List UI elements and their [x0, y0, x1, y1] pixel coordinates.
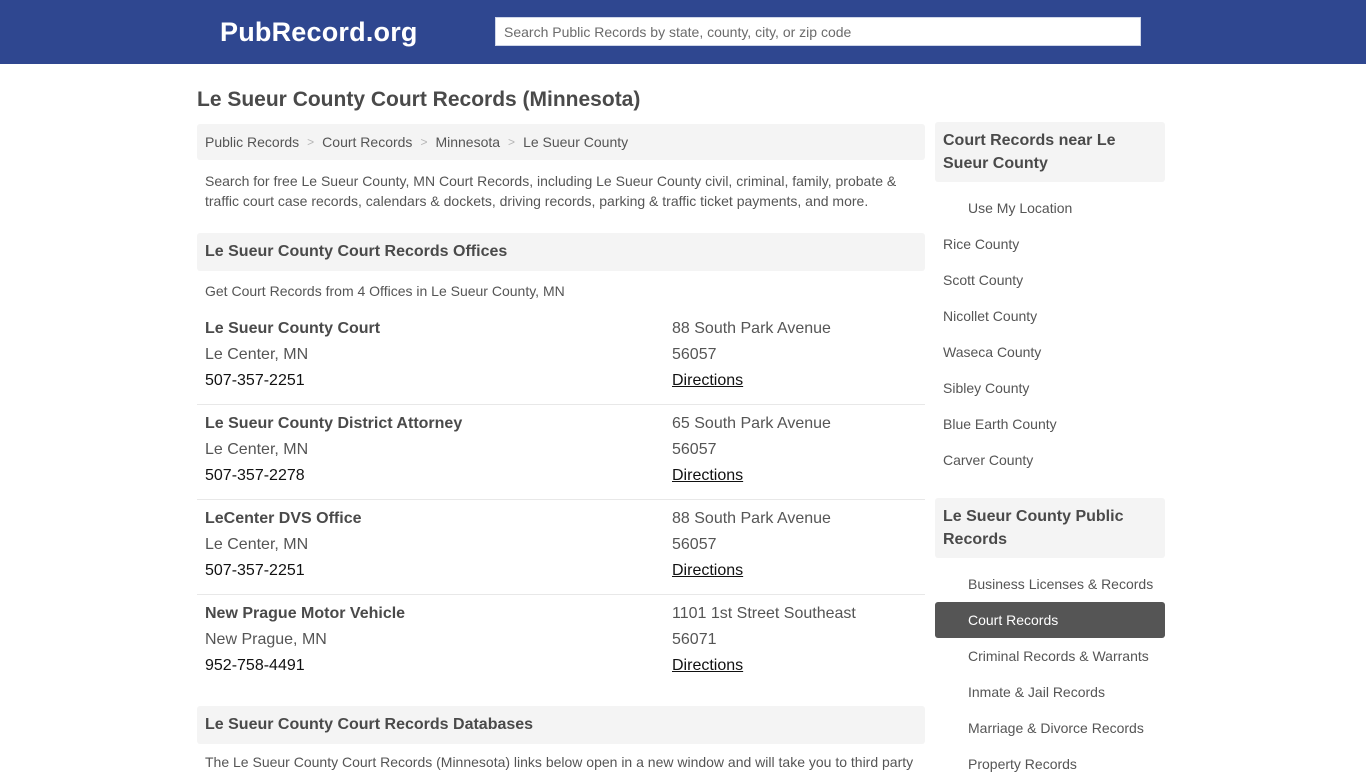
- site-header: PubRecord.org: [0, 0, 1366, 64]
- office-address: 88 South Park Avenue: [672, 510, 831, 527]
- records-link[interactable]: Inmate & Jail Records: [968, 684, 1105, 700]
- databases-text: The Le Sueur County Court Records (Minne…: [205, 754, 914, 770]
- directions-link[interactable]: Directions: [672, 372, 743, 389]
- records-link[interactable]: Court Records: [968, 612, 1058, 628]
- breadcrumb-separator: >: [420, 135, 428, 149]
- site-logo[interactable]: PubRecord.org: [220, 17, 418, 48]
- nearby-county-item[interactable]: Rice County: [935, 226, 1165, 262]
- county-link[interactable]: Blue Earth County: [943, 416, 1057, 432]
- breadcrumb-le-sueur-county[interactable]: Le Sueur County: [523, 134, 628, 150]
- office-phone: 507-357-2251: [205, 372, 305, 389]
- office-name: Le Sueur County Court: [205, 320, 381, 337]
- intro-text: Search for free Le Sueur County, MN Cour…: [205, 173, 897, 209]
- office-zip: 56057: [672, 441, 717, 458]
- records-link[interactable]: Criminal Records & Warrants: [968, 648, 1149, 664]
- databases-heading: Le Sueur County Court Records Databases: [197, 706, 925, 744]
- breadcrumb-minnesota[interactable]: Minnesota: [435, 134, 500, 150]
- office-name: LeCenter DVS Office: [205, 510, 362, 527]
- office-address: 1101 1st Street Southeast: [672, 605, 856, 622]
- public-records-list: Business Licenses & Records Court Record…: [935, 566, 1165, 782]
- records-item-property[interactable]: Property Records: [935, 746, 1165, 782]
- use-location-item[interactable]: Use My Location: [935, 190, 1165, 226]
- office-item: New Prague Motor Vehicle New Prague, MN …: [197, 595, 925, 690]
- office-name: Le Sueur County District Attorney: [205, 415, 463, 432]
- nearby-county-item[interactable]: Nicollet County: [935, 298, 1165, 334]
- records-item-inmate-jail[interactable]: Inmate & Jail Records: [935, 674, 1165, 710]
- directions-link[interactable]: Directions: [672, 467, 743, 484]
- records-link[interactable]: Marriage & Divorce Records: [968, 720, 1144, 736]
- records-item-marriage-divorce[interactable]: Marriage & Divorce Records: [935, 710, 1165, 746]
- county-link[interactable]: Sibley County: [943, 380, 1029, 396]
- nearby-list: Use My Location Rice County Scott County…: [935, 190, 1165, 478]
- office-item: Le Sueur County District Attorney Le Cen…: [197, 405, 925, 500]
- office-city: Le Center, MN: [205, 441, 309, 458]
- office-zip: 56071: [672, 631, 717, 648]
- directions-link[interactable]: Directions: [672, 657, 743, 674]
- breadcrumb-court-records[interactable]: Court Records: [322, 134, 412, 150]
- office-item: LeCenter DVS Office Le Center, MN 507-35…: [197, 500, 925, 595]
- county-link[interactable]: Nicollet County: [943, 308, 1037, 324]
- county-link[interactable]: Rice County: [943, 236, 1019, 252]
- breadcrumb-public-records[interactable]: Public Records: [205, 134, 299, 150]
- public-records-heading: Le Sueur County Public Records: [935, 498, 1165, 558]
- directions-link[interactable]: Directions: [672, 562, 743, 579]
- office-address: 65 South Park Avenue: [672, 415, 831, 432]
- records-link[interactable]: Business Licenses & Records: [968, 576, 1153, 592]
- nearby-heading: Court Records near Le Sueur County: [935, 122, 1165, 182]
- records-link[interactable]: Property Records: [968, 756, 1077, 772]
- office-address: 88 South Park Avenue: [672, 320, 831, 337]
- nearby-county-item[interactable]: Waseca County: [935, 334, 1165, 370]
- nearby-county-item[interactable]: Sibley County: [935, 370, 1165, 406]
- offices-subtext: Get Court Records from 4 Offices in Le S…: [205, 283, 565, 299]
- office-zip: 56057: [672, 536, 717, 553]
- main-content: Public Records > Court Records > Minneso…: [197, 124, 925, 772]
- office-city: Le Center, MN: [205, 536, 309, 553]
- nearby-county-item[interactable]: Carver County: [935, 442, 1165, 478]
- breadcrumb-separator: >: [307, 135, 315, 149]
- nearby-county-item[interactable]: Blue Earth County: [935, 406, 1165, 442]
- nearby-county-item[interactable]: Scott County: [935, 262, 1165, 298]
- records-item-criminal-records[interactable]: Criminal Records & Warrants: [935, 638, 1165, 674]
- offices-heading: Le Sueur County Court Records Offices: [197, 233, 925, 271]
- office-zip: 56057: [672, 346, 717, 363]
- records-item-business-licenses[interactable]: Business Licenses & Records: [935, 566, 1165, 602]
- public-records-block: Le Sueur County Public Records Business …: [935, 498, 1165, 782]
- office-phone: 507-357-2251: [205, 562, 305, 579]
- office-phone: 507-357-2278: [205, 467, 305, 484]
- breadcrumb: Public Records > Court Records > Minneso…: [197, 124, 925, 160]
- county-link[interactable]: Scott County: [943, 272, 1023, 288]
- office-name: New Prague Motor Vehicle: [205, 605, 406, 622]
- office-phone: 952-758-4491: [205, 657, 305, 674]
- office-city: Le Center, MN: [205, 346, 309, 363]
- breadcrumb-separator: >: [508, 135, 516, 149]
- offices-list: Le Sueur County Court Le Center, MN 507-…: [197, 310, 925, 690]
- page-title: Le Sueur County Court Records (Minnesota…: [197, 88, 641, 111]
- use-my-location-link[interactable]: Use My Location: [968, 200, 1072, 216]
- office-item: Le Sueur County Court Le Center, MN 507-…: [197, 310, 925, 405]
- sidebar: Court Records near Le Sueur County Use M…: [935, 122, 1165, 782]
- records-item-court-records[interactable]: Court Records: [935, 602, 1165, 638]
- office-city: New Prague, MN: [205, 631, 327, 648]
- search-input[interactable]: [495, 17, 1141, 46]
- county-link[interactable]: Carver County: [943, 452, 1033, 468]
- county-link[interactable]: Waseca County: [943, 344, 1041, 360]
